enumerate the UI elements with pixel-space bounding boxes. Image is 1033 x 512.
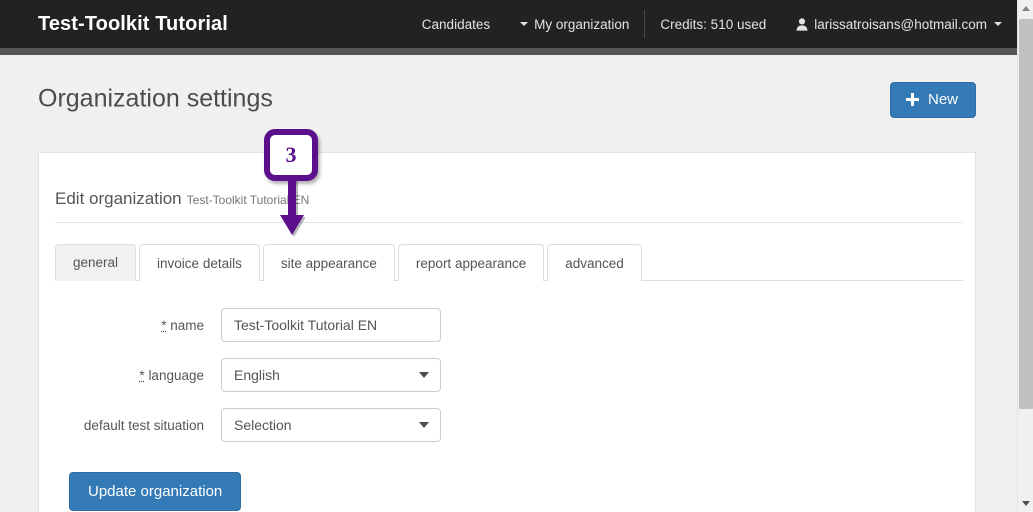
required-marker: * [139, 367, 145, 383]
user-email-label: larissatroisans@hotmail.com [814, 16, 987, 32]
settings-tabs: general invoice details site appearance … [55, 243, 963, 281]
language-field-label: * language [55, 368, 221, 383]
page-header: Organization settings New [0, 55, 1017, 118]
card-heading-label: Edit organization [55, 189, 182, 208]
tab-invoice-details-label: invoice details [157, 255, 242, 271]
tab-general[interactable]: general [55, 244, 137, 281]
user-icon [796, 17, 808, 31]
tab-report-appearance[interactable]: report appearance [397, 244, 545, 281]
caret-down-icon [520, 22, 529, 26]
default-test-situation-label-text: default test situation [83, 417, 204, 433]
navbar-bottom-strip [0, 48, 1017, 55]
caret-down-icon [994, 22, 1002, 26]
default-test-situation-select[interactable]: Selection [221, 408, 441, 442]
language-select[interactable]: English [221, 358, 441, 392]
new-button-label: New [927, 91, 958, 108]
nav-item-candidates-label: Candidates [421, 16, 491, 32]
default-test-situation-select-value: Selection [234, 417, 292, 433]
language-label-text: language [148, 367, 204, 383]
name-input[interactable] [221, 308, 441, 342]
card-heading: Edit organization Test-Toolkit Tutorial E… [55, 153, 959, 209]
navbar-right-group: Candidates My organization Credits: 510 … [407, 0, 1017, 48]
nav-item-my-organization-label: My organization [534, 16, 630, 32]
tab-invoice-details[interactable]: invoice details [139, 244, 260, 281]
new-button[interactable]: New [889, 82, 976, 118]
page-title: Organization settings [38, 84, 273, 113]
required-marker: * [161, 317, 167, 333]
tab-advanced-label: advanced [565, 255, 624, 271]
chevron-down-icon [1022, 501, 1030, 506]
form-row-name: * name [55, 308, 959, 342]
tab-report-appearance-label: report appearance [415, 255, 527, 271]
plus-icon [905, 93, 919, 106]
tab-site-appearance[interactable]: site appearance [262, 244, 395, 281]
update-organization-button[interactable]: Update organization [69, 472, 242, 511]
chevron-down-icon [419, 422, 429, 428]
nav-item-my-organization[interactable]: My organization [505, 0, 644, 48]
chevron-down-icon [419, 372, 429, 378]
tab-advanced[interactable]: advanced [547, 244, 642, 281]
scrollbar-thumb[interactable] [1019, 19, 1033, 409]
credits-label: Credits: 510 used [660, 16, 767, 32]
form-row-language: * language English [55, 358, 959, 392]
app-brand-title[interactable]: Test-Toolkit Tutorial [38, 13, 228, 36]
browser-viewport: Test-Toolkit Tutorial Candidates My orga… [0, 0, 1033, 512]
page-scrollbar[interactable] [1017, 0, 1033, 512]
name-label-text: name [170, 317, 204, 333]
form-row-default-test-situation: default test situation Selection [55, 408, 959, 442]
card-heading-subtitle: Test-Toolkit Tutorial EN [186, 193, 310, 207]
tab-site-appearance-label: site appearance [280, 255, 377, 271]
nav-item-credits: Credits: 510 used [645, 0, 781, 48]
default-test-situation-field-label: default test situation [55, 418, 221, 433]
chevron-up-icon [1022, 6, 1030, 11]
nav-item-candidates[interactable]: Candidates [407, 0, 505, 48]
language-select-value: English [234, 367, 280, 383]
edit-organization-card: Edit organization Test-Toolkit Tutorial E… [38, 152, 976, 512]
tab-general-label: general [73, 255, 119, 270]
card-heading-divider [55, 222, 963, 223]
top-navbar: Test-Toolkit Tutorial Candidates My orga… [0, 0, 1017, 48]
scrollbar-down-button[interactable] [1018, 495, 1033, 512]
nav-item-user-menu[interactable]: larissatroisans@hotmail.com [781, 0, 1017, 48]
organization-form: * name * language English [55, 308, 959, 511]
name-field-label: * name [55, 318, 221, 333]
scrollbar-up-button[interactable] [1018, 0, 1033, 17]
page-content: Organization settings New Edit organizat… [0, 55, 1017, 512]
card-inner: Edit organization Test-Toolkit Tutorial E… [39, 153, 975, 511]
